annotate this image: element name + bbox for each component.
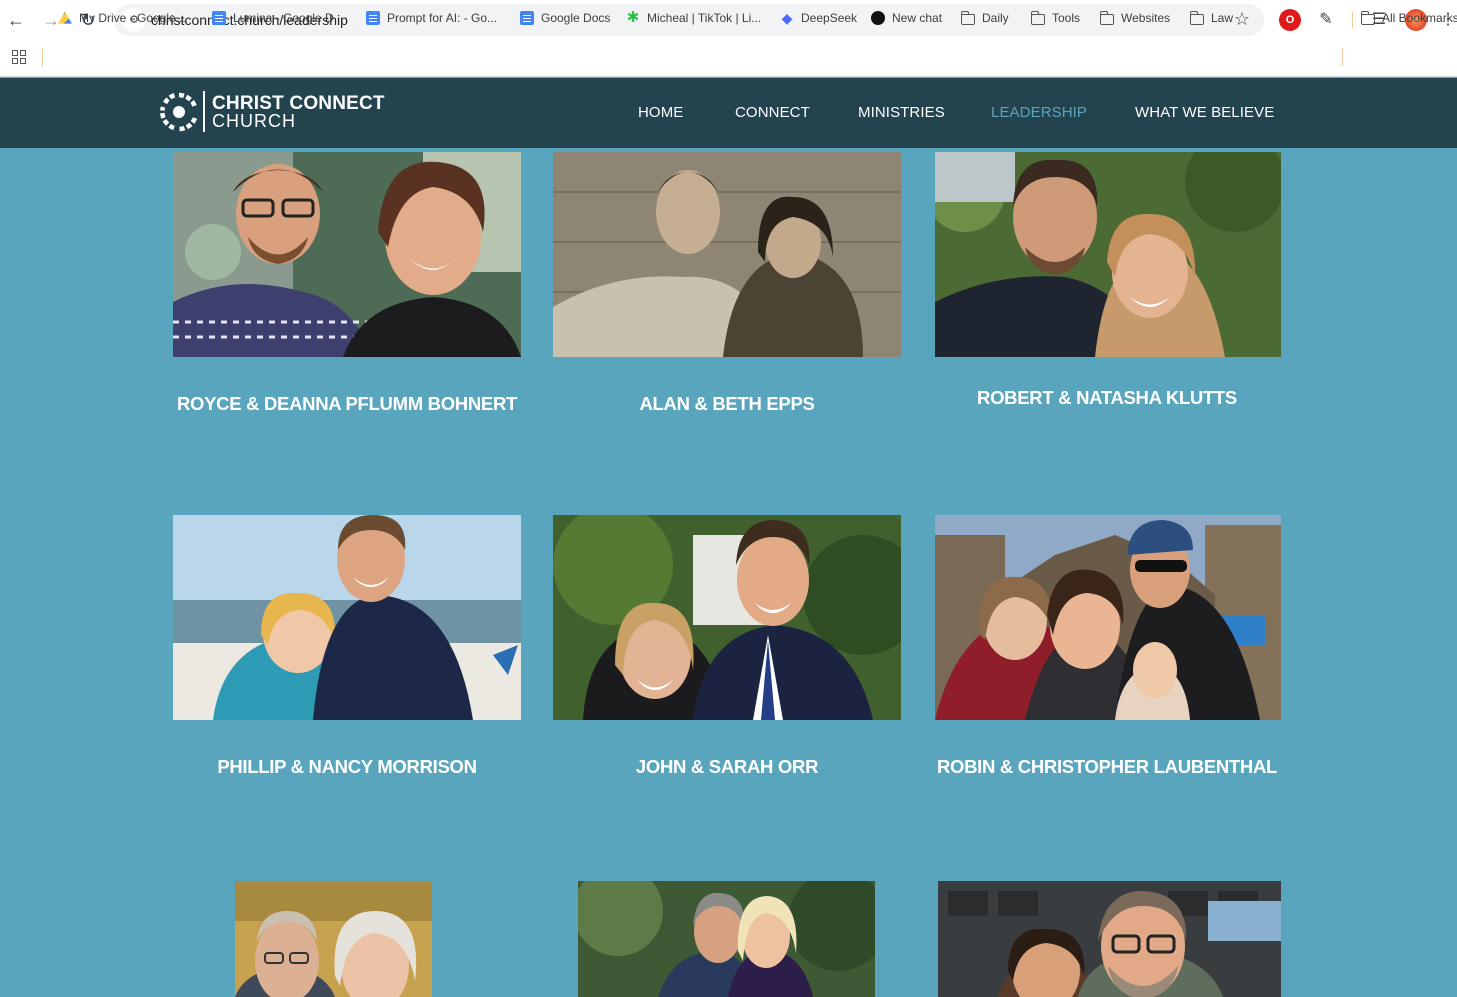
bookmark-label: Micheal | TikTok | Li... [647, 11, 762, 25]
bookmark-label: Daily [982, 11, 1009, 25]
bookmark-deepseek[interactable]: ◆ DeepSeek [780, 9, 857, 27]
leader-name: ROBIN & CHRISTOPHER LAUBENTHAL [936, 756, 1278, 777]
folder-icon [1099, 10, 1114, 25]
google-docs-icon [366, 11, 380, 25]
google-docs-icon [520, 11, 534, 25]
folder-icon [1189, 10, 1204, 25]
leader-photo [935, 152, 1281, 357]
logo-divider [203, 91, 205, 132]
folder-icon [1361, 10, 1375, 25]
nav-leadership[interactable]: LEADERSHIP [991, 104, 1087, 121]
bookmark-folder-daily[interactable]: Daily [960, 9, 1009, 27]
logo-text-line2[interactable]: CHURCH [212, 111, 296, 132]
chat-icon [871, 11, 885, 25]
leader-name: ALAN & BETH EPPS [639, 393, 815, 414]
bookmark-folder-websites[interactable]: Websites [1099, 9, 1171, 27]
leader-photo [938, 881, 1281, 997]
bookmark-folder-law[interactable]: Law [1189, 9, 1234, 27]
nav-home[interactable]: HOME [638, 104, 683, 121]
toolbar-divider [1352, 12, 1353, 28]
bookmark-my-drive[interactable]: My Drive - Google... [58, 9, 186, 27]
bookmark-label: Prompt for AI: - Go... [387, 11, 498, 25]
leader-photo [553, 515, 901, 720]
extensions-puzzle-icon[interactable]: ✎ [1315, 9, 1337, 31]
bookmark-new-chat[interactable]: New chat [871, 9, 942, 27]
leader-photo [235, 881, 432, 997]
leader-name: PHILLIP & NANCY MORRISON [217, 756, 477, 777]
bookmarks-divider [42, 48, 43, 66]
opera-extension-icon[interactable]: O [1279, 9, 1301, 31]
all-bookmarks-button[interactable]: All Bookmarks [1361, 9, 1457, 27]
google-docs-icon [212, 11, 226, 25]
bookmark-star-icon[interactable]: ☆ [1234, 9, 1250, 30]
leader-name: JOHN & SARAH ORR [635, 756, 819, 777]
bookmark-label: Google Docs [541, 11, 611, 25]
bookmark-label: New chat [892, 11, 943, 25]
google-drive-icon [58, 11, 72, 24]
leader-photo [553, 152, 901, 357]
church-logo-icon[interactable] [160, 91, 198, 133]
bookmark-label: Law [1211, 11, 1234, 25]
bookmarks-divider [1342, 48, 1343, 66]
folder-icon [960, 10, 975, 25]
bookmark-folder-tools[interactable]: Tools [1030, 9, 1081, 27]
nav-ministries[interactable]: MINISTRIES [858, 104, 945, 121]
leader-name: ROYCE & DEANNA PFLUMM BOHNERT [176, 393, 518, 414]
nav-connect[interactable]: CONNECT [735, 104, 810, 121]
leader-photo [173, 515, 521, 720]
apps-grid-icon[interactable] [12, 50, 26, 64]
bookmark-label: Websites [1121, 11, 1171, 25]
bookmark-tiktok[interactable]: ✱ Micheal | TikTok | Li... [626, 9, 762, 27]
back-arrow-icon[interactable]: ← [4, 8, 28, 32]
bookmark-google-docs[interactable]: Google Docs [520, 9, 610, 27]
leader-photo [935, 515, 1281, 720]
bookmark-lumina[interactable]: Lumina - Google D... [212, 9, 344, 27]
sparkle-icon: ✱ [626, 9, 640, 26]
bookmark-label: All Bookmarks [1382, 11, 1457, 25]
bookmark-label: DeepSeek [801, 11, 858, 25]
deepseek-icon: ◆ [781, 10, 793, 26]
leader-name: ROBERT & NATASHA KLUTTS [977, 387, 1237, 408]
folder-icon [1030, 10, 1045, 25]
nav-what-we-believe[interactable]: WHAT WE BELIEVE [1135, 104, 1274, 121]
bookmark-prompt-for-ai[interactable]: Prompt for AI: - Go... [366, 9, 497, 27]
bookmark-label: Tools [1052, 11, 1081, 25]
bookmarks-bar [0, 40, 1457, 77]
bookmark-label: Lumina - Google D... [233, 11, 344, 25]
leader-photo [173, 152, 521, 357]
leader-photo [578, 881, 875, 997]
bookmark-label: My Drive - Google... [79, 11, 186, 25]
